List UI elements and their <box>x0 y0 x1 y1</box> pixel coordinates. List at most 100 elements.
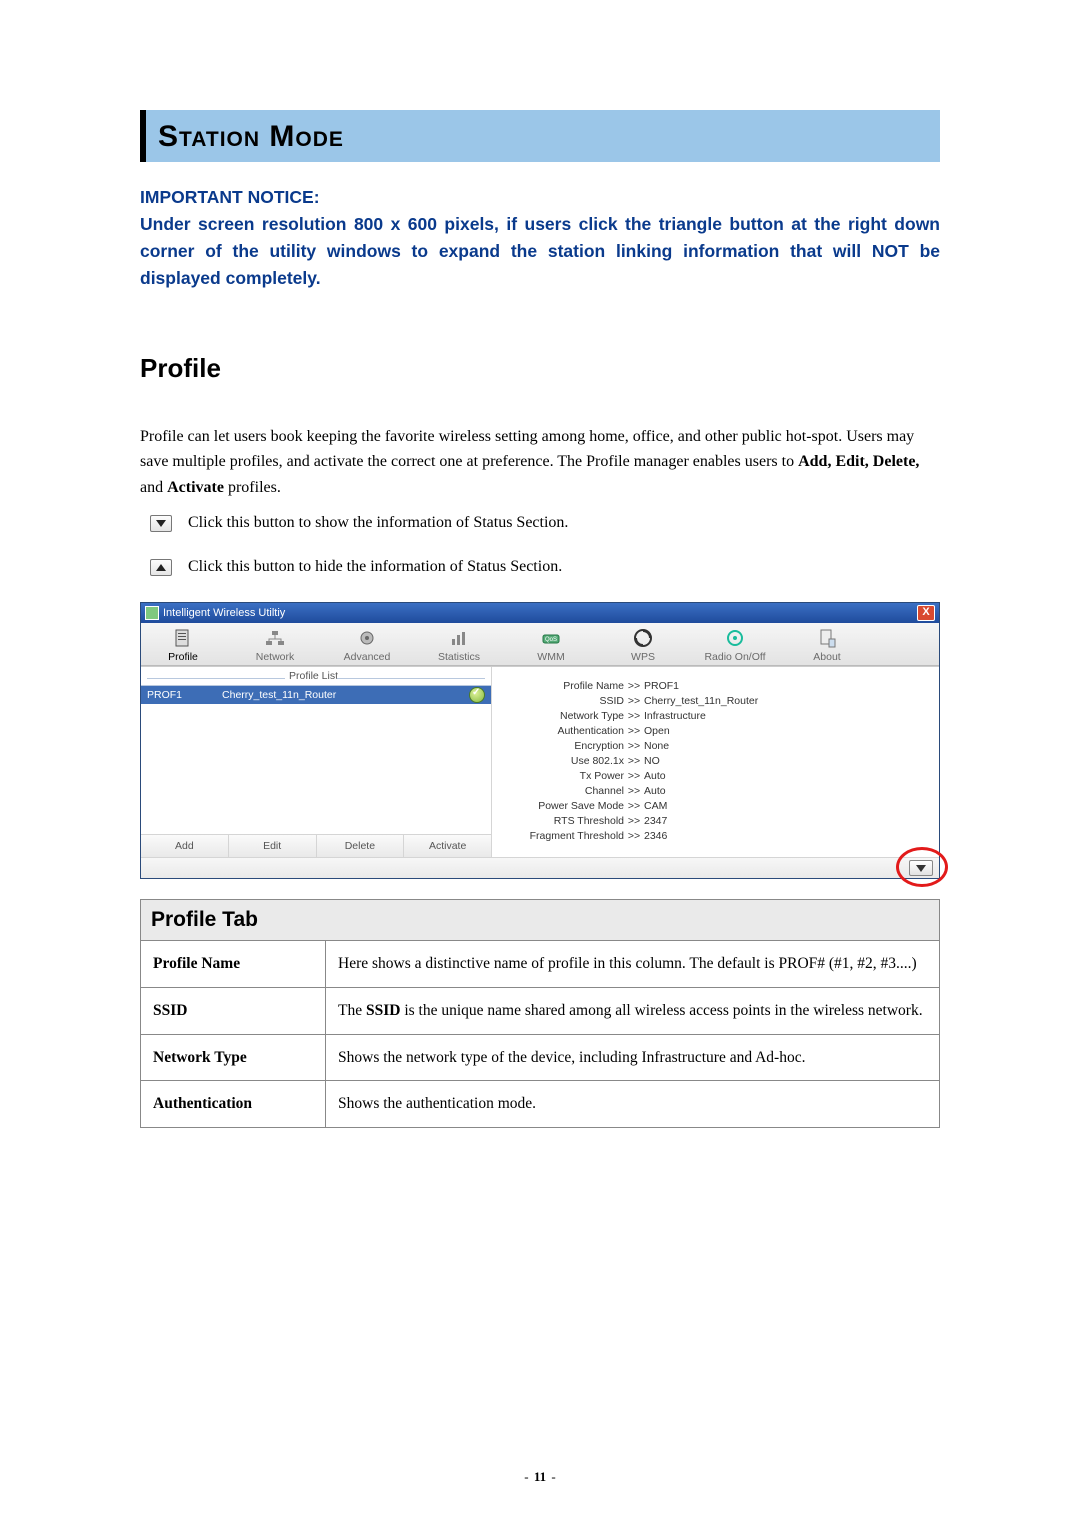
detail-val: PROF1 <box>644 680 679 692</box>
profile-intro: Profile can let users book keeping the f… <box>140 424 940 501</box>
expand-down-icon <box>150 515 172 532</box>
profile-row-ssid: Cherry_test_11n_Router <box>222 689 336 701</box>
table-row: Authentication Shows the authentication … <box>141 1081 940 1128</box>
detail-val: Auto <box>644 785 666 797</box>
detail-val: NO <box>644 755 660 767</box>
profile-heading: Profile <box>140 353 940 384</box>
show-status-bullet: Click this button to show the informatio… <box>150 514 940 532</box>
cell-key: Authentication <box>141 1081 326 1128</box>
detail-key: SSID <box>516 695 624 707</box>
toolbar: Profile Network Advanced <box>141 623 939 666</box>
cell-desc: Here shows a distinctive name of profile… <box>326 941 940 988</box>
detail-val: 2347 <box>644 815 667 827</box>
table-row: SSID The SSID is the unique name shared … <box>141 987 940 1034</box>
detail-key: Use 802.1x <box>516 755 624 767</box>
detail-key: Network Type <box>516 710 624 722</box>
detail-key: Authentication <box>516 725 624 737</box>
intro-text2: and <box>140 479 167 496</box>
profile-tab-table: Profile Tab Profile Name Here shows a di… <box>140 899 940 1128</box>
add-button[interactable]: Add <box>141 835 229 857</box>
intro-text3: profiles. <box>228 479 281 496</box>
tab-statistics-label: Statistics <box>438 651 480 663</box>
hide-status-text: Click this button to hide the informatio… <box>188 558 562 576</box>
detail-key: Profile Name <box>516 680 624 692</box>
ssid-desc-b: is the unique name shared among all wire… <box>400 1002 922 1019</box>
wps-icon <box>632 627 654 649</box>
tab-network[interactable]: Network <box>243 627 307 663</box>
hide-status-bullet: Click this button to hide the informatio… <box>150 558 940 576</box>
profile-icon <box>172 627 194 649</box>
tab-profile[interactable]: Profile <box>151 627 215 663</box>
tab-statistics[interactable]: Statistics <box>427 627 491 663</box>
detail-key: Channel <box>516 785 624 797</box>
advanced-icon <box>356 627 378 649</box>
close-icon[interactable]: X <box>917 605 935 621</box>
statistics-icon <box>448 627 470 649</box>
about-icon <box>816 627 838 649</box>
tab-about[interactable]: About <box>795 627 859 663</box>
detail-key: Encryption <box>516 740 624 752</box>
cell-desc: Shows the authentication mode. <box>326 1081 940 1128</box>
cell-desc: The SSID is the unique name shared among… <box>326 987 940 1034</box>
detail-val: 2346 <box>644 830 667 842</box>
tab-advanced[interactable]: Advanced <box>335 627 399 663</box>
tab-profile-label: Profile <box>168 651 198 663</box>
tab-radio-label: Radio On/Off <box>704 651 765 663</box>
svg-text:QoS: QoS <box>545 637 557 643</box>
tab-wmm-label: WMM <box>537 651 564 663</box>
wmm-icon: QoS <box>540 627 562 649</box>
profile-list-pane: Profile List PROF1 Cherry_test_11n_Route… <box>141 667 492 857</box>
detail-key: RTS Threshold <box>516 815 624 827</box>
detail-val: Auto <box>644 770 666 782</box>
tab-wps-label: WPS <box>631 651 655 663</box>
table-row: Profile Name Here shows a distinctive na… <box>141 941 940 988</box>
window-title: Intelligent Wireless Utiltiy <box>163 607 285 619</box>
tab-radio[interactable]: Radio On/Off <box>703 627 767 663</box>
tab-advanced-label: Advanced <box>344 651 391 663</box>
notice-body: Under screen resolution 800 x 600 pixels… <box>140 214 940 288</box>
expand-toggle-button[interactable] <box>909 860 933 876</box>
notice-heading: IMPORTANT NOTICE: <box>140 187 320 207</box>
cell-key: Network Type <box>141 1034 326 1081</box>
tab-about-label: About <box>813 651 840 663</box>
intro-bold-2: Activate <box>167 479 224 496</box>
tab-wps[interactable]: WPS <box>611 627 675 663</box>
ssid-desc-bold: SSID <box>366 1002 400 1019</box>
detail-key: Power Save Mode <box>516 800 624 812</box>
radio-icon <box>724 627 746 649</box>
important-notice: IMPORTANT NOTICE: Under screen resolutio… <box>140 184 940 293</box>
collapse-up-icon <box>150 559 172 576</box>
page-number-value: 11 <box>534 1469 546 1484</box>
detail-val: Open <box>644 725 670 737</box>
tab-network-label: Network <box>256 651 295 663</box>
profile-list-header: Profile List <box>141 667 491 686</box>
section-title: Station Mode <box>158 120 344 153</box>
cell-desc: Shows the network type of the device, in… <box>326 1034 940 1081</box>
network-icon <box>264 627 286 649</box>
detail-val: None <box>644 740 669 752</box>
window-titlebar: Intelligent Wireless Utiltiy X <box>141 603 939 623</box>
tab-wmm[interactable]: QoS WMM <box>519 627 583 663</box>
show-status-text: Click this button to show the informatio… <box>188 514 568 532</box>
wireless-utility-window: Intelligent Wireless Utiltiy X Profile N… <box>140 602 940 879</box>
intro-bold-1: Add, Edit, Delete, <box>798 453 919 470</box>
detail-key: Fragment Threshold <box>516 830 624 842</box>
app-icon <box>145 606 159 620</box>
edit-button[interactable]: Edit <box>229 835 317 857</box>
profile-button-bar: Add Edit Delete Activate <box>141 834 491 857</box>
activate-button[interactable]: Activate <box>404 835 491 857</box>
profile-row-name: PROF1 <box>147 689 182 701</box>
ssid-desc-a: The <box>338 1002 366 1019</box>
detail-val: Cherry_test_11n_Router <box>644 695 758 707</box>
detail-val: CAM <box>644 800 667 812</box>
profile-detail-pane: Profile Name>>PROF1 SSID>>Cherry_test_11… <box>492 667 939 857</box>
delete-button[interactable]: Delete <box>317 835 405 857</box>
expand-bar <box>141 857 939 878</box>
detail-val: Infrastructure <box>644 710 706 722</box>
cell-key: Profile Name <box>141 941 326 988</box>
profile-row-selected[interactable]: PROF1 Cherry_test_11n_Router <box>141 686 491 704</box>
table-row: Network Type Shows the network type of t… <box>141 1034 940 1081</box>
page-number: - 11 - <box>0 1469 1080 1485</box>
section-title-banner: Station Mode <box>140 110 940 162</box>
profile-list-label: Profile List <box>289 670 338 682</box>
